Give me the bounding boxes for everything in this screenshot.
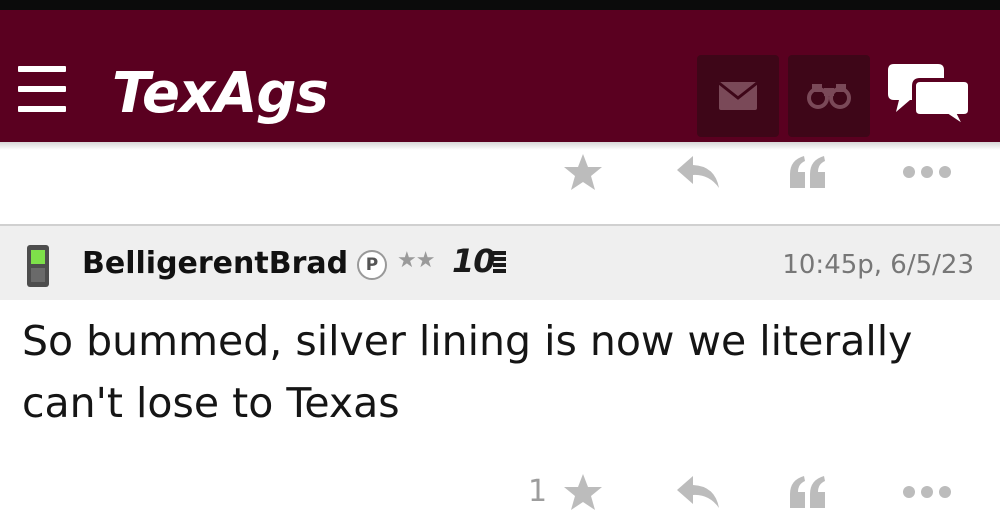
previous-post-actions xyxy=(0,142,1000,202)
reply-button[interactable] xyxy=(668,144,728,200)
reply-arrow-icon xyxy=(677,156,719,188)
messages-button[interactable] xyxy=(697,55,779,137)
star-icon xyxy=(564,474,602,510)
premium-badge: P xyxy=(357,250,387,280)
status-bar-edge xyxy=(0,0,1000,10)
star-button[interactable] xyxy=(555,144,611,200)
star-count: 1 xyxy=(528,474,548,509)
star-icon xyxy=(564,154,602,190)
chat-bubbles-icon[interactable] xyxy=(886,60,972,130)
more-dots-icon xyxy=(903,166,951,178)
mail-icon xyxy=(718,81,758,110)
quote-icon xyxy=(790,476,825,508)
binoculars-icon xyxy=(807,84,851,109)
star-button[interactable] xyxy=(555,464,611,512)
hamburger-menu-icon[interactable] xyxy=(18,66,66,116)
quote-icon xyxy=(790,156,825,188)
post-actions: 1 xyxy=(0,462,1000,512)
post-username[interactable]: BelligerentBrad xyxy=(82,246,348,281)
reply-arrow-icon xyxy=(677,476,719,508)
more-dots-icon xyxy=(903,486,951,498)
mobile-device-icon xyxy=(27,245,49,287)
rank-number: 10 xyxy=(452,242,496,280)
post-header: BelligerentBrad P ★★ 10 10:45p, 6/5/23 xyxy=(0,226,1000,300)
rank-bars-icon xyxy=(493,251,506,273)
more-options-button[interactable] xyxy=(893,144,961,200)
post-body: So bummed, silver lining is now we liter… xyxy=(22,317,913,427)
reply-button[interactable] xyxy=(668,464,728,512)
watch-button[interactable] xyxy=(788,55,870,137)
rank-stars: ★★ xyxy=(397,248,435,273)
quote-button[interactable] xyxy=(780,464,836,512)
quote-button[interactable] xyxy=(780,144,836,200)
site-logo[interactable]: TexAgs xyxy=(112,54,329,134)
more-options-button[interactable] xyxy=(893,464,961,512)
site-header: TexAgs xyxy=(0,10,1000,142)
post-timestamp: 10:45p, 6/5/23 xyxy=(782,250,974,280)
